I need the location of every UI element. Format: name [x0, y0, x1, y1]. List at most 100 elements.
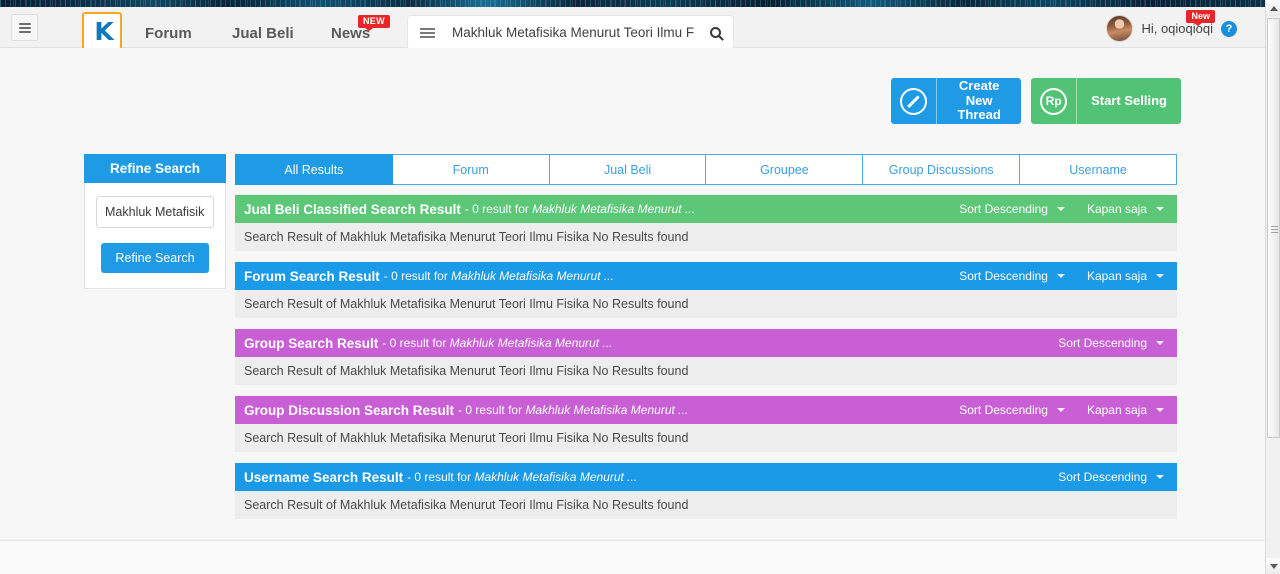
chevron-down-icon	[1056, 408, 1065, 412]
page-footer-strip	[0, 540, 1265, 574]
sort-dropdown[interactable]: Sort Descending	[959, 269, 1065, 283]
sort-dropdown-label: Sort Descending	[959, 202, 1048, 216]
rupiah-icon-wrap: Rp	[1031, 78, 1078, 124]
rupiah-icon: Rp	[1040, 87, 1068, 115]
result-title: Username Search Result	[244, 469, 404, 485]
result-meta: - 0 result for Makhluk Metafisika Menuru…	[465, 202, 695, 216]
chevron-down-icon	[1156, 475, 1164, 479]
result-query-text: Makhluk Metafisika Menurut ...	[449, 336, 613, 350]
sort-dropdown-label: Sort Descending	[959, 403, 1048, 417]
result-count-text: - 0 result for	[407, 470, 472, 484]
refine-search-heading: Refine Search	[84, 154, 226, 183]
chevron-down-icon	[1056, 274, 1065, 278]
sort-dropdown-label: Sort Descending	[959, 269, 1048, 283]
result-meta: - 0 result for Makhluk Metafisika Menuru…	[384, 269, 614, 283]
result-title: Group Discussion Search Result	[244, 402, 455, 418]
tab-group-discussions[interactable]: Group Discussions	[863, 154, 1021, 185]
tab-forum[interactable]: Forum	[392, 154, 550, 185]
time-filter-dropdown[interactable]: Kapan saja	[1087, 269, 1164, 283]
chevron-up-icon	[1269, 5, 1278, 11]
time-filter-dropdown[interactable]: Kapan saja	[1087, 202, 1164, 216]
search-submit-button[interactable]	[697, 16, 733, 49]
results-tab-bar: All Results Forum Jual Beli Groupee Grou…	[235, 154, 1177, 185]
time-filter-label: Kapan saja	[1086, 202, 1147, 216]
vertical-scrollbar[interactable]	[1265, 0, 1280, 574]
result-query-text: Makhluk Metafisika Menurut ...	[474, 470, 638, 484]
scroll-down-button[interactable]	[1266, 558, 1280, 574]
chevron-down-icon	[1156, 207, 1164, 211]
result-count-text: - 0 result for	[458, 403, 523, 417]
sort-dropdown[interactable]: Sort Descending	[959, 202, 1065, 216]
result-title: Jual Beli Classified Search Result	[244, 201, 461, 217]
refine-search-button[interactable]: Refine Search	[101, 243, 209, 273]
site-logo[interactable]: K	[82, 12, 122, 50]
create-new-thread-button[interactable]: Create New Thread	[891, 78, 1022, 124]
result-empty-message: Search Result of Makhluk Metafisika Menu…	[235, 223, 1177, 251]
search-category-menu-button[interactable]	[414, 26, 441, 40]
result-block-group-discussion: Group Discussion Search Result - 0 resul…	[235, 396, 1177, 452]
result-meta: - 0 result for Makhluk Metafisika Menuru…	[382, 336, 612, 350]
refine-search-input[interactable]	[96, 196, 214, 228]
search-icon	[709, 27, 721, 38]
tab-username[interactable]: Username	[1020, 154, 1177, 185]
search-results-list: Jual Beli Classified Search Result - 0 r…	[235, 195, 1177, 530]
action-buttons: Create New Thread Rp Start Selling	[891, 78, 1181, 124]
time-filter-label: Kapan saja	[1086, 403, 1147, 417]
news-new-badge: NEW	[358, 15, 390, 31]
result-block-group: Group Search Result - 0 result for Makhl…	[235, 329, 1177, 385]
result-header: Group Search Result - 0 result for Makhl…	[235, 329, 1177, 357]
start-selling-label: Start Selling	[1091, 92, 1167, 108]
hamburger-icon	[18, 21, 31, 35]
time-filter-label: Kapan saja	[1086, 269, 1147, 283]
pencil-icon-wrap	[891, 78, 938, 124]
sort-dropdown-label: Sort Descending	[1058, 470, 1147, 484]
pencil-icon	[900, 87, 928, 115]
result-header: Username Search Result - 0 result for Ma…	[235, 463, 1177, 491]
refine-search-sidebar: Refine Search Refine Search	[84, 154, 226, 289]
result-block-forum: Forum Search Result - 0 result for Makhl…	[235, 262, 1177, 318]
hamburger-icon	[420, 26, 435, 40]
result-empty-message: Search Result of Makhluk Metafisika Menu…	[235, 290, 1177, 318]
tab-groupee[interactable]: Groupee	[706, 154, 864, 185]
chevron-down-icon	[1156, 341, 1164, 345]
result-empty-message: Search Result of Makhluk Metafisika Menu…	[235, 424, 1177, 452]
result-header: Group Discussion Search Result - 0 resul…	[235, 396, 1177, 424]
result-title: Group Search Result	[244, 335, 379, 351]
scrollbar-thumb[interactable]	[1267, 18, 1280, 438]
notification-new-badge: New	[1186, 10, 1215, 26]
search-input[interactable]	[441, 24, 697, 41]
nav-item-forum[interactable]: Forum	[145, 25, 192, 42]
start-selling-button[interactable]: Rp Start Selling	[1031, 78, 1181, 124]
result-header: Jual Beli Classified Search Result - 0 r…	[235, 195, 1177, 223]
result-count-text: - 0 result for	[383, 269, 448, 283]
nav-item-jual-beli[interactable]: Jual Beli	[232, 25, 294, 42]
chevron-down-icon	[1156, 408, 1164, 412]
sort-dropdown[interactable]: Sort Descending	[1058, 336, 1164, 350]
chevron-down-icon	[1156, 274, 1164, 278]
result-query-text: Makhluk Metafisika Menurut ...	[525, 403, 689, 417]
sort-dropdown[interactable]: Sort Descending	[1058, 470, 1164, 484]
result-title: Forum Search Result	[244, 268, 380, 284]
time-filter-dropdown[interactable]: Kapan saja	[1087, 403, 1164, 417]
tab-jual-beli[interactable]: Jual Beli	[549, 154, 707, 185]
tab-all-results[interactable]: All Results	[235, 154, 393, 185]
refine-search-panel: Refine Search	[84, 183, 226, 289]
create-new-thread-label: Create New Thread	[957, 78, 1001, 123]
result-meta: - 0 result for Makhluk Metafisika Menuru…	[458, 403, 688, 417]
scrollbar-grip-icon	[1271, 224, 1278, 235]
sort-dropdown[interactable]: Sort Descending	[959, 403, 1065, 417]
page-body: Create New Thread Rp Start Selling Refin…	[0, 48, 1265, 540]
chevron-down-icon	[1269, 563, 1278, 569]
menu-toggle-button[interactable]	[11, 14, 38, 41]
result-empty-message: Search Result of Makhluk Metafisika Menu…	[235, 357, 1177, 385]
result-block-username: Username Search Result - 0 result for Ma…	[235, 463, 1177, 519]
search-bar	[408, 16, 733, 49]
result-meta: - 0 result for Makhluk Metafisika Menuru…	[407, 470, 637, 484]
result-count-text: - 0 result for	[382, 336, 447, 350]
result-query-text: Makhluk Metafisika Menurut ...	[451, 269, 614, 283]
sort-dropdown-label: Sort Descending	[1058, 336, 1147, 350]
chevron-down-icon	[1056, 207, 1065, 211]
help-icon[interactable]: ?	[1221, 20, 1237, 37]
avatar[interactable]	[1106, 15, 1134, 42]
scroll-up-button[interactable]	[1266, 0, 1280, 16]
